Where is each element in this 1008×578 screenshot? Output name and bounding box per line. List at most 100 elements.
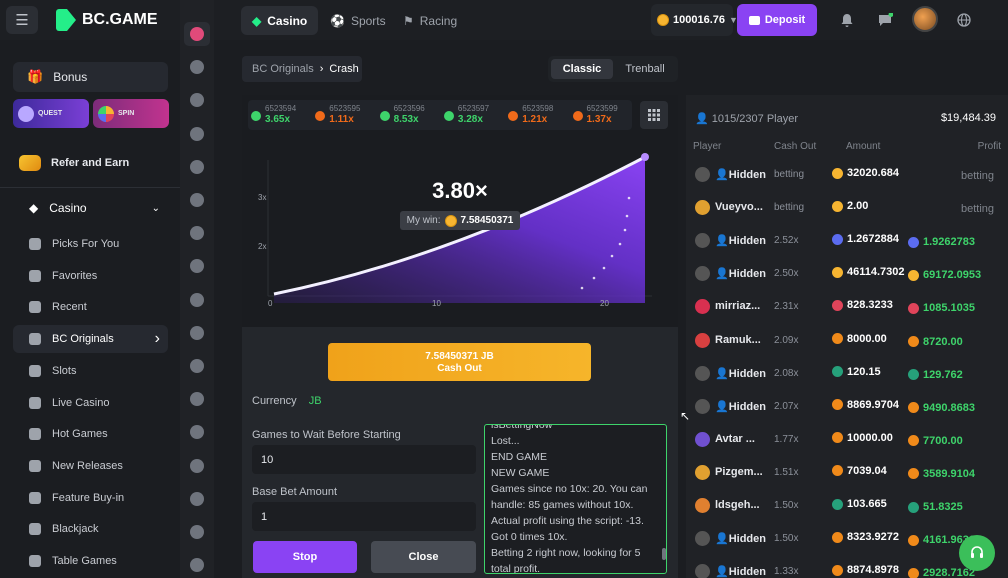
history-item[interactable]: 6523597 3.28x [442,103,504,127]
player-row[interactable]: Vueyvo... betting 2.00 betting [686,190,1008,223]
history-item[interactable]: 6523596 8.53x [378,103,440,127]
quest-button[interactable]: QUEST [13,99,89,128]
bell-icon[interactable] [837,10,857,30]
token-icon [832,564,843,576]
support-chat-button[interactable] [959,535,995,571]
tab-racing[interactable]: ⚑ Racing [392,6,468,35]
sidebar-item-blackjack[interactable]: Blackjack [13,515,168,543]
player-row[interactable]: Avtar ... 1.77x 10000.00 7700.00 [686,422,1008,455]
player-profit-text: 2928.7162 [923,567,975,578]
player-profit: 7700.00 [908,432,1008,450]
history-item[interactable]: 6523595 1.11x [313,103,375,127]
sidebar-item-new-releases[interactable]: New Releases [13,452,168,480]
player-row[interactable]: 👤Hidden 2.52x 1.2672884 1.9262783 [686,223,1008,256]
brand-logo[interactable]: BC.GAME [56,9,158,31]
player-row[interactable]: Pizgem... 1.51x 7039.04 3589.9104 [686,455,1008,488]
player-name-text: ldsgeh... [715,499,760,511]
player-row[interactable]: mirriaz... 2.31x 828.3233 1085.1035 [686,289,1008,322]
globe-icon[interactable] [954,10,974,30]
sidebar-item-hot-games[interactable]: Hot Games [13,420,168,448]
player-amount-text: 10000.00 [847,431,893,444]
cash-out-amount: 7.58450371 JB [425,351,494,362]
player-avatar [695,531,710,547]
tab-sports[interactable]: ⚽ Sports [319,6,397,35]
sidebar-item-favorites[interactable]: Favorites [13,262,168,290]
divider [0,187,180,188]
rail-game-icon[interactable] [190,292,204,307]
sidebar-item-feature-buy-in[interactable]: Feature Buy-in [13,484,168,512]
history-item[interactable]: 6523594 3.65x [249,103,311,127]
rail-game-icon[interactable] [190,126,204,141]
casino-label: Casino [49,201,87,215]
token-icon [908,468,919,480]
sidebar-item-live-casino[interactable]: Live Casino [13,389,168,417]
chat-icon[interactable] [875,10,895,30]
player-row[interactable]: 👤Hidden 2.08x 120.15 129.762 [686,356,1008,389]
sidebar-item-table-games[interactable]: Table Games [13,547,168,575]
rail-game-icon[interactable] [190,325,204,340]
balance-selector[interactable]: 100016.76 ▼ [651,4,738,36]
sidebar-item-slots[interactable]: Slots [13,357,168,385]
menu-icon[interactable]: ☰ [6,6,38,34]
rail-game-icon[interactable] [190,27,204,41]
rail-game-icon[interactable] [190,525,204,539]
rail-game-icon[interactable] [190,159,204,174]
sidebar-item-bc-originals[interactable]: BC Originals › [13,325,168,354]
player-amount-text: 32020.684 [847,167,899,179]
stop-button[interactable]: Stop [253,541,357,573]
result-dot-icon [508,111,519,121]
sidebar-item-label: New Releases [52,459,123,472]
currency-value[interactable]: JB [309,395,322,407]
history-item[interactable]: 6523598 1.21x [506,103,568,127]
script-console[interactable]: isBettingNow Lost... END GAME NEW GAME Games… [484,424,667,574]
mode-classic[interactable]: Classic [551,59,613,79]
y-tick: 2x [258,242,266,251]
deposit-button[interactable]: Deposit [737,4,817,36]
bonus-button[interactable]: 🎁 Bonus [13,62,168,92]
base-bet-label: Base Bet Amount [252,486,337,498]
player-avatar [695,464,710,480]
base-bet-input[interactable]: 1 [252,502,476,531]
player-profit-text: 1.9262783 [923,236,975,249]
sidebar-item-picks-for-you[interactable]: Picks For You [13,230,168,258]
sidebar-casino-section[interactable]: ◆ Casino ⌄ [13,194,168,222]
player-row[interactable]: 👤Hidden 2.07x 8869.9704 9490.8683 [686,389,1008,422]
rail-game-icon[interactable] [190,491,204,506]
token-icon [832,366,843,378]
player-name-text: Hidden [728,268,766,281]
close-button[interactable]: Close [371,541,476,573]
round-multiplier: 1.37x [586,114,612,125]
cash-out-button[interactable]: 7.58450371 JB Cash Out [328,343,591,381]
player-row[interactable]: 👤Hidden betting 32020.684 betting [686,157,1008,190]
player-row[interactable]: ldsgeh... 1.50x 103.665 51.8325 [686,488,1008,521]
player-cash-out: 2.31x [774,301,799,313]
result-dot-icon [443,111,454,121]
brand-name: BC.GAME [82,11,158,28]
sidebar-item-recent[interactable]: Recent [13,293,168,321]
token-icon [908,501,919,513]
console-scrollbar[interactable] [662,548,666,560]
refer-and-earn-button[interactable]: Refer and Earn [13,149,173,177]
grid-icon[interactable] [640,101,668,129]
player-name: mirriaz... [715,300,781,312]
spin-button[interactable]: SPIN [93,99,169,128]
user-avatar[interactable] [912,6,938,32]
wait-games-input[interactable]: 10 [252,445,476,474]
breadcrumb-parent[interactable]: BC Originals [252,63,314,75]
token-icon [832,266,843,278]
token-icon [832,233,843,245]
rail-game-icon[interactable] [190,458,204,473]
player-row[interactable]: 👤Hidden 2.50x 46114.7302 69172.0953 [686,256,1008,289]
round-multiplier: 1.11x [329,114,354,125]
mode-trenball[interactable]: Trenball [614,59,676,79]
rail-game-icon[interactable] [190,359,204,373]
player-row[interactable]: Ramuk... 2.09x 8000.00 8720.00 [686,323,1008,356]
history-item[interactable]: 6523599 1.37x [571,103,633,127]
console-line: END GAME [491,451,548,463]
grid-icon [29,238,41,250]
rail-game-icon[interactable] [190,193,204,207]
deposit-label: Deposit [764,14,806,26]
graph-head [641,153,649,161]
currency-label: Currency [252,395,297,407]
tab-casino[interactable]: ◆ Casino [241,6,319,35]
